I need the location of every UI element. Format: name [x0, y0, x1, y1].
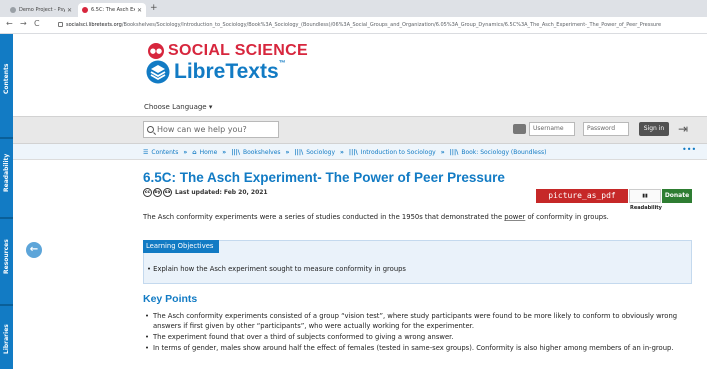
- social-science-people-icon: ●●: [148, 43, 164, 59]
- home-icon: ⌂: [192, 148, 197, 156]
- breadcrumb-sociology[interactable]: |||\ Sociology: [294, 149, 335, 156]
- search-icon: [147, 126, 154, 133]
- username-field[interactable]: Username: [529, 122, 575, 136]
- page-favicon-icon: [10, 7, 16, 13]
- list-icon: ☰: [143, 148, 149, 156]
- breadcrumb-contents[interactable]: ☰ Contents: [143, 149, 178, 156]
- breadcrumb: ☰ Contents » ⌂ Home » |||\ Bookshelves » ||…: [143, 146, 546, 158]
- side-tab-divider: [0, 304, 13, 306]
- close-tab-icon[interactable]: ✕: [137, 7, 142, 14]
- learning-objective-item: • Explain how the Asch experiment sought…: [147, 265, 406, 273]
- search-input[interactable]: How can we help you?: [143, 121, 279, 138]
- more-options-icon[interactable]: •••: [682, 145, 696, 154]
- binoculars-icon: ▮▮: [642, 193, 648, 199]
- collapse-arrow-icon[interactable]: ←: [26, 242, 42, 258]
- last-updated: Last updated: Feb 20, 2021: [175, 189, 268, 196]
- key-point-item: The experiment found that over a third o…: [143, 333, 691, 343]
- intro-paragraph: The Asch conformity experiments were a s…: [143, 213, 609, 221]
- libretexts-book-icon: [146, 60, 170, 84]
- bookshelf-icon: |||\: [294, 148, 304, 156]
- tab-title: 6.5C: The Asch Experiment- The: [91, 7, 135, 13]
- learning-objectives-box: [143, 240, 692, 284]
- forward-arrow-icon[interactable]: →: [20, 19, 27, 28]
- libretexts-favicon-icon: [82, 7, 88, 13]
- reload-icon[interactable]: C: [34, 19, 40, 28]
- new-tab-icon[interactable]: +: [150, 3, 158, 13]
- donate-button[interactable]: Donate: [662, 189, 692, 203]
- password-field[interactable]: Password: [583, 122, 629, 136]
- brand-name: LibreTexts™: [174, 60, 286, 83]
- browser-tab-demo-project[interactable]: Demo Project - Psychology Exe ✕: [6, 3, 76, 17]
- side-tab-divider: [0, 217, 13, 219]
- key-points-list: The Asch conformity experiments consiste…: [143, 312, 691, 355]
- bookshelf-icon: |||\: [348, 148, 358, 156]
- breadcrumb-home[interactable]: ⌂ Home: [192, 149, 217, 156]
- breadcrumb-separator: »: [340, 148, 344, 156]
- language-selector[interactable]: Choose Language ▾: [144, 103, 212, 111]
- key-point-item: The Asch conformity experiments consiste…: [143, 312, 691, 331]
- key-point-item: In terms of gender, males show around ha…: [143, 344, 691, 354]
- side-tab-readability[interactable]: Readability: [0, 142, 13, 204]
- side-tab-divider: [0, 137, 13, 139]
- side-tab-resources[interactable]: Resources: [0, 229, 13, 285]
- glossary-link-power[interactable]: power: [504, 213, 525, 221]
- sign-in-button[interactable]: Sign in: [639, 122, 669, 136]
- breadcrumb-separator: »: [222, 148, 227, 156]
- close-tab-icon[interactable]: ✕: [67, 7, 72, 14]
- side-tab-libraries[interactable]: Libraries: [0, 314, 13, 364]
- page-title: 6.5C: The Asch Experiment- The Power of …: [143, 170, 505, 185]
- address-bar: ← → C socialsci.libretexts.org/Bookshelv…: [0, 17, 707, 34]
- lock-icon: [58, 22, 63, 27]
- creative-commons-icon: cc: [143, 188, 152, 197]
- breadcrumb-book-sociology[interactable]: |||\ Book: Sociology (Boundless): [450, 149, 547, 156]
- keyboard-icon[interactable]: [513, 124, 526, 134]
- url-field[interactable]: socialsci.libretexts.org/Bookshelves/Soc…: [58, 19, 703, 31]
- license-badges[interactable]: cc by sa: [143, 188, 173, 197]
- pdf-button[interactable]: picture_as_pdf: [536, 189, 628, 203]
- side-tab-contents[interactable]: Contents: [0, 54, 13, 104]
- library-name: SOCIAL SCIENCE: [168, 42, 308, 59]
- key-points-title: Key Points: [143, 293, 198, 305]
- tab-title: Demo Project - Psychology Exe: [19, 7, 65, 13]
- browser-tab-strip: Demo Project - Psychology Exe ✕ 6.5C: Th…: [0, 0, 707, 17]
- breadcrumb-separator: »: [440, 148, 445, 156]
- readability-button[interactable]: ▮▮ Readability: [629, 189, 662, 211]
- share-alike-icon: sa: [163, 188, 172, 197]
- libretexts-logo[interactable]: LibreTexts™: [146, 60, 286, 84]
- breadcrumb-bookshelves[interactable]: |||\ Bookshelves: [231, 149, 280, 156]
- breadcrumb-intro-sociology[interactable]: |||\ Introduction to Sociology: [349, 149, 436, 156]
- side-tabs: Contents Readability Resources Libraries: [0, 34, 13, 369]
- breadcrumb-separator: »: [285, 148, 290, 156]
- learning-objectives-title: Learning Objectives: [143, 240, 219, 253]
- back-arrow-icon[interactable]: ←: [6, 19, 13, 28]
- attribution-icon: by: [153, 188, 162, 197]
- bookshelf-icon: |||\: [231, 148, 240, 156]
- browser-tab-asch-experiment[interactable]: 6.5C: The Asch Experiment- The ✕: [78, 3, 146, 17]
- breadcrumb-separator: »: [183, 148, 188, 156]
- social-science-logo[interactable]: ●● SOCIAL SCIENCE: [148, 42, 308, 60]
- sign-in-arrow-icon[interactable]: ⇥: [678, 121, 688, 137]
- bookshelf-icon: |||\: [449, 148, 459, 156]
